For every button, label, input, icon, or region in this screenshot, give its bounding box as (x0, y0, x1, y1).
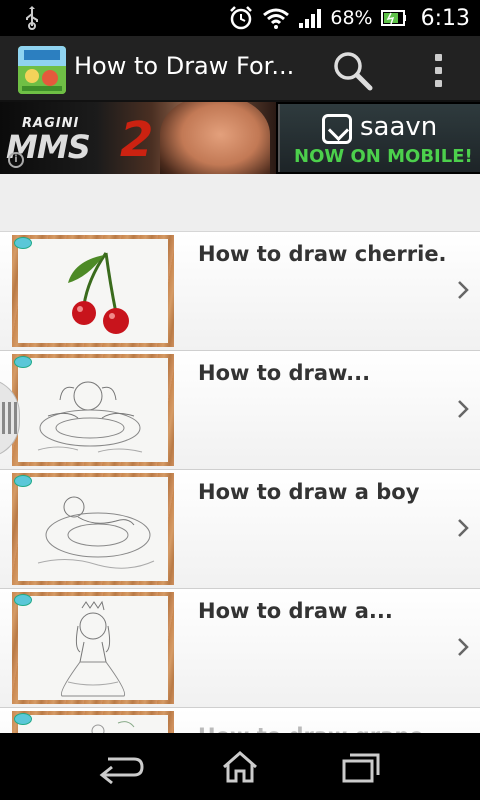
grape-drawing (91, 721, 135, 733)
home-icon[interactable] (210, 747, 270, 787)
chevron-right-icon (458, 638, 469, 656)
action-bar: How to Draw For... (0, 36, 480, 102)
list-item[interactable]: How to draw a... (0, 589, 480, 708)
battery-icon (380, 10, 406, 26)
list-item-title: How to draw grape (198, 724, 448, 733)
ad-right-brand: saavn (360, 112, 438, 142)
start-badge (14, 713, 32, 725)
app-title: How to Draw For... (74, 52, 295, 80)
chevron-right-icon (458, 281, 469, 299)
navigation-bar (0, 733, 480, 800)
list-item-thumbnail (12, 592, 174, 704)
list-item-thumbnail (12, 711, 174, 733)
cherries-drawing (68, 252, 129, 334)
list-item-title: How to draw cherrie... (198, 242, 448, 266)
list-item-thumbnail (12, 473, 174, 585)
ad-right-panel[interactable]: saavn NOW ON MOBILE! (278, 104, 480, 172)
start-badge (14, 594, 32, 606)
list-item-title: How to draw a boy (198, 480, 420, 504)
status-bar: 68% 6:13 (0, 0, 480, 36)
list-item-thumbnail (12, 235, 174, 347)
ad-right-tagline: NOW ON MOBILE! (294, 146, 473, 167)
content-list[interactable]: How to draw cherrie... How to draw... Ho… (0, 174, 480, 733)
signal-icon (299, 9, 322, 28)
list-item[interactable]: How to draw... (0, 351, 480, 470)
ad-banner[interactable]: RAGINI MMS 2 i saavn NOW ON MOBILE! (0, 102, 480, 174)
list-item-title: How to draw a... (198, 599, 393, 623)
back-icon[interactable] (90, 747, 150, 787)
chevron-right-icon (458, 519, 469, 537)
girl-swimming-drawing (37, 381, 143, 453)
start-badge (14, 475, 32, 487)
list-item[interactable]: How to draw grape (0, 708, 480, 733)
recent-apps-icon[interactable] (330, 747, 390, 787)
ad-photo (160, 102, 270, 174)
usb-icon (26, 6, 38, 30)
ad-left-panel[interactable]: RAGINI MMS 2 i (0, 102, 276, 174)
app-icon[interactable] (18, 46, 66, 94)
boy-floating-drawing (37, 496, 155, 569)
search-icon[interactable] (330, 48, 376, 92)
list-item[interactable]: How to draw cherrie... (0, 232, 480, 351)
battery-percent: 68% (330, 7, 373, 29)
wifi-icon (263, 8, 290, 29)
list-header-spacer (0, 174, 480, 232)
alarm-icon (230, 6, 253, 30)
princess-drawing (60, 600, 126, 697)
clock: 6:13 (420, 5, 470, 31)
ad-left-title-suffix: 2 (120, 112, 154, 168)
overflow-menu-icon[interactable] (424, 48, 452, 92)
chevron-right-icon (458, 400, 469, 418)
list-item-title: How to draw... (198, 361, 371, 385)
ad-info-icon[interactable]: i (8, 152, 24, 168)
list-item-thumbnail (12, 354, 174, 466)
list-item[interactable]: How to draw a boy (0, 470, 480, 589)
start-badge (14, 356, 32, 368)
saavn-logo-icon (322, 114, 352, 144)
start-badge (14, 237, 32, 249)
